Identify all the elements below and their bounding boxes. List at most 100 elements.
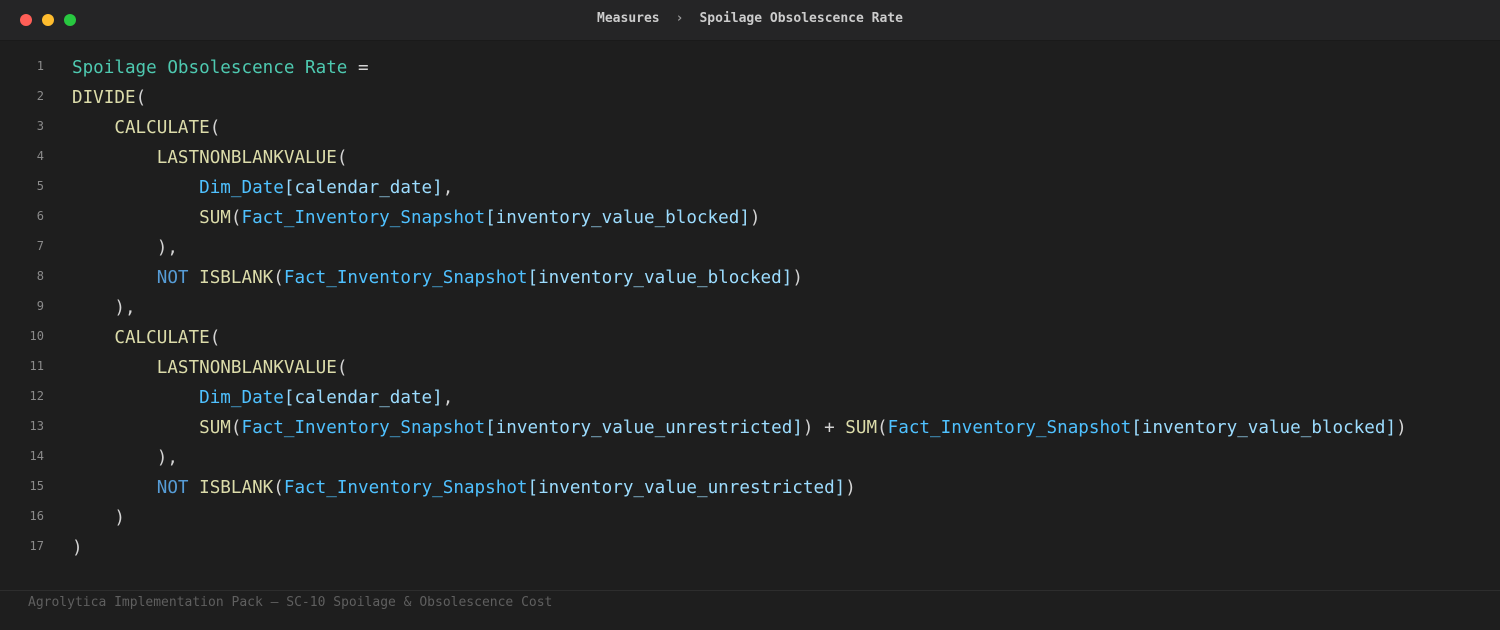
measure-name-token: Spoilage Obsolescence Rate bbox=[72, 58, 348, 78]
line-number: 10 bbox=[29, 329, 44, 343]
code-line[interactable]: 7 ), bbox=[0, 233, 1500, 263]
table-ref-token: Fact_Inventory_Snapshot bbox=[887, 418, 1132, 438]
punctuation-token: ) bbox=[749, 208, 761, 228]
punctuation-token: , bbox=[442, 178, 454, 198]
code-line[interactable]: 13 SUM(Fact_Inventory_Snapshot[inventory… bbox=[0, 413, 1500, 443]
keyword-token: NOT bbox=[156, 268, 189, 288]
line-number: 3 bbox=[36, 119, 44, 133]
line-number: 15 bbox=[29, 479, 44, 493]
code-line[interactable]: 9 ), bbox=[0, 293, 1500, 323]
function-token: ISBLANK bbox=[199, 268, 274, 288]
function-token: CALCULATE bbox=[114, 328, 210, 348]
function-token: SUM bbox=[199, 208, 231, 228]
line-number: 17 bbox=[29, 539, 44, 553]
line-number: 2 bbox=[36, 89, 44, 103]
code-text: ) bbox=[72, 503, 125, 533]
function-token: CALCULATE bbox=[114, 118, 210, 138]
code-text: SUM(Fact_Inventory_Snapshot[inventory_va… bbox=[72, 203, 761, 233]
code-line[interactable]: 8 NOT ISBLANK(Fact_Inventory_Snapshot[in… bbox=[0, 263, 1500, 293]
code-text: LASTNONBLANKVALUE( bbox=[72, 143, 348, 173]
column-ref-token: [calendar_date] bbox=[283, 178, 443, 198]
code-line[interactable]: 17) bbox=[0, 533, 1500, 563]
line-number: 6 bbox=[36, 209, 44, 223]
column-ref-token: [inventory_value_blocked] bbox=[485, 208, 750, 228]
line-number: 4 bbox=[36, 149, 44, 163]
punctuation-token: ( bbox=[877, 418, 888, 438]
code-line[interactable]: 6 SUM(Fact_Inventory_Snapshot[inventory_… bbox=[0, 203, 1500, 233]
line-number: 13 bbox=[29, 419, 44, 433]
table-ref-token: Dim_Date bbox=[199, 388, 284, 408]
line-number: 9 bbox=[36, 299, 44, 313]
footer-caption: Agrolytica Implementation Pack — SC-10 S… bbox=[28, 595, 553, 610]
punctuation-token: ( bbox=[230, 418, 242, 438]
line-number: 8 bbox=[36, 269, 44, 283]
code-line[interactable]: 15 NOT ISBLANK(Fact_Inventory_Snapshot[i… bbox=[0, 473, 1500, 503]
code-line[interactable]: 11 LASTNONBLANKVALUE( bbox=[0, 353, 1500, 383]
function-token: LASTNONBLANKVALUE bbox=[156, 148, 337, 168]
function-token: SUM bbox=[845, 418, 878, 438]
code-line[interactable]: 4 LASTNONBLANKVALUE( bbox=[0, 143, 1500, 173]
punctuation-token: ( bbox=[336, 358, 348, 378]
function-token: DIVIDE bbox=[72, 88, 136, 108]
punctuation-token: ) bbox=[792, 268, 803, 288]
code-editor[interactable]: 1 Spoilage Obsolescence Rate = 2 DIVIDE(3 C… bbox=[0, 53, 1500, 563]
punctuation-token: ( bbox=[209, 328, 221, 348]
code-text: ), bbox=[72, 233, 178, 263]
code-text: ), bbox=[72, 443, 178, 473]
breadcrumb-current: Spoilage Obsolescence Rate bbox=[699, 11, 903, 26]
code-line[interactable]: 16 ) bbox=[0, 503, 1500, 533]
punctuation-token: ( bbox=[230, 208, 242, 228]
column-ref-token: [inventory_value_unrestricted] bbox=[485, 418, 803, 438]
editor-window: Measures › Spoilage Obsolescence Rate 1 Spo… bbox=[0, 0, 1500, 630]
column-ref-token: [calendar_date] bbox=[283, 388, 443, 408]
code-line[interactable]: 10 CALCULATE( bbox=[0, 323, 1500, 353]
code-text: ), bbox=[72, 293, 136, 323]
function-token: ISBLANK bbox=[199, 478, 274, 498]
punctuation-token: ( bbox=[273, 268, 284, 288]
code-text: Dim_Date[calendar_date], bbox=[72, 173, 453, 203]
punctuation-token: ), bbox=[114, 298, 136, 318]
line-number: 11 bbox=[29, 359, 44, 373]
code-line[interactable]: 5 Dim_Date[calendar_date], bbox=[0, 173, 1500, 203]
punctuation-token: ) bbox=[1396, 418, 1407, 438]
breadcrumb: Measures › Spoilage Obsolescence Rate bbox=[0, 0, 1500, 40]
code-text: NOT ISBLANK(Fact_Inventory_Snapshot[inve… bbox=[72, 263, 803, 293]
table-ref-token: Fact_Inventory_Snapshot bbox=[283, 478, 528, 498]
code-line[interactable]: 3 CALCULATE( bbox=[0, 113, 1500, 143]
code-line[interactable]: 14 ), bbox=[0, 443, 1500, 473]
line-number: 16 bbox=[29, 509, 44, 523]
punctuation-token: ) bbox=[72, 538, 83, 558]
code-text: LASTNONBLANKVALUE( bbox=[72, 353, 348, 383]
punctuation-token: ) bbox=[845, 478, 856, 498]
code-text: CALCULATE( bbox=[72, 323, 220, 353]
table-ref-token: Fact_Inventory_Snapshot bbox=[241, 418, 486, 438]
code-text: NOT ISBLANK(Fact_Inventory_Snapshot[inve… bbox=[72, 473, 856, 503]
column-ref-token: [inventory_value_unrestricted] bbox=[527, 478, 846, 498]
code-text: SUM(Fact_Inventory_Snapshot[inventory_va… bbox=[72, 413, 1407, 443]
code-text: ) bbox=[72, 533, 83, 563]
punctuation-token: ) + bbox=[802, 418, 846, 438]
punctuation-token: ( bbox=[273, 478, 284, 498]
punctuation-token: ( bbox=[336, 148, 348, 168]
title-bar: Measures › Spoilage Obsolescence Rate bbox=[0, 0, 1500, 41]
punctuation-token: ), bbox=[156, 448, 178, 468]
punctuation-token: ) bbox=[114, 508, 125, 528]
breadcrumb-parent[interactable]: Measures bbox=[597, 11, 660, 26]
code-line[interactable]: 2 DIVIDE( bbox=[0, 83, 1500, 113]
line-number: 1 bbox=[36, 59, 44, 73]
code-line[interactable]: 12 Dim_Date[calendar_date], bbox=[0, 383, 1500, 413]
table-ref-token: Dim_Date bbox=[199, 178, 284, 198]
code-line[interactable]: 1 Spoilage Obsolescence Rate = bbox=[0, 53, 1500, 83]
punctuation-token: ( bbox=[209, 118, 221, 138]
